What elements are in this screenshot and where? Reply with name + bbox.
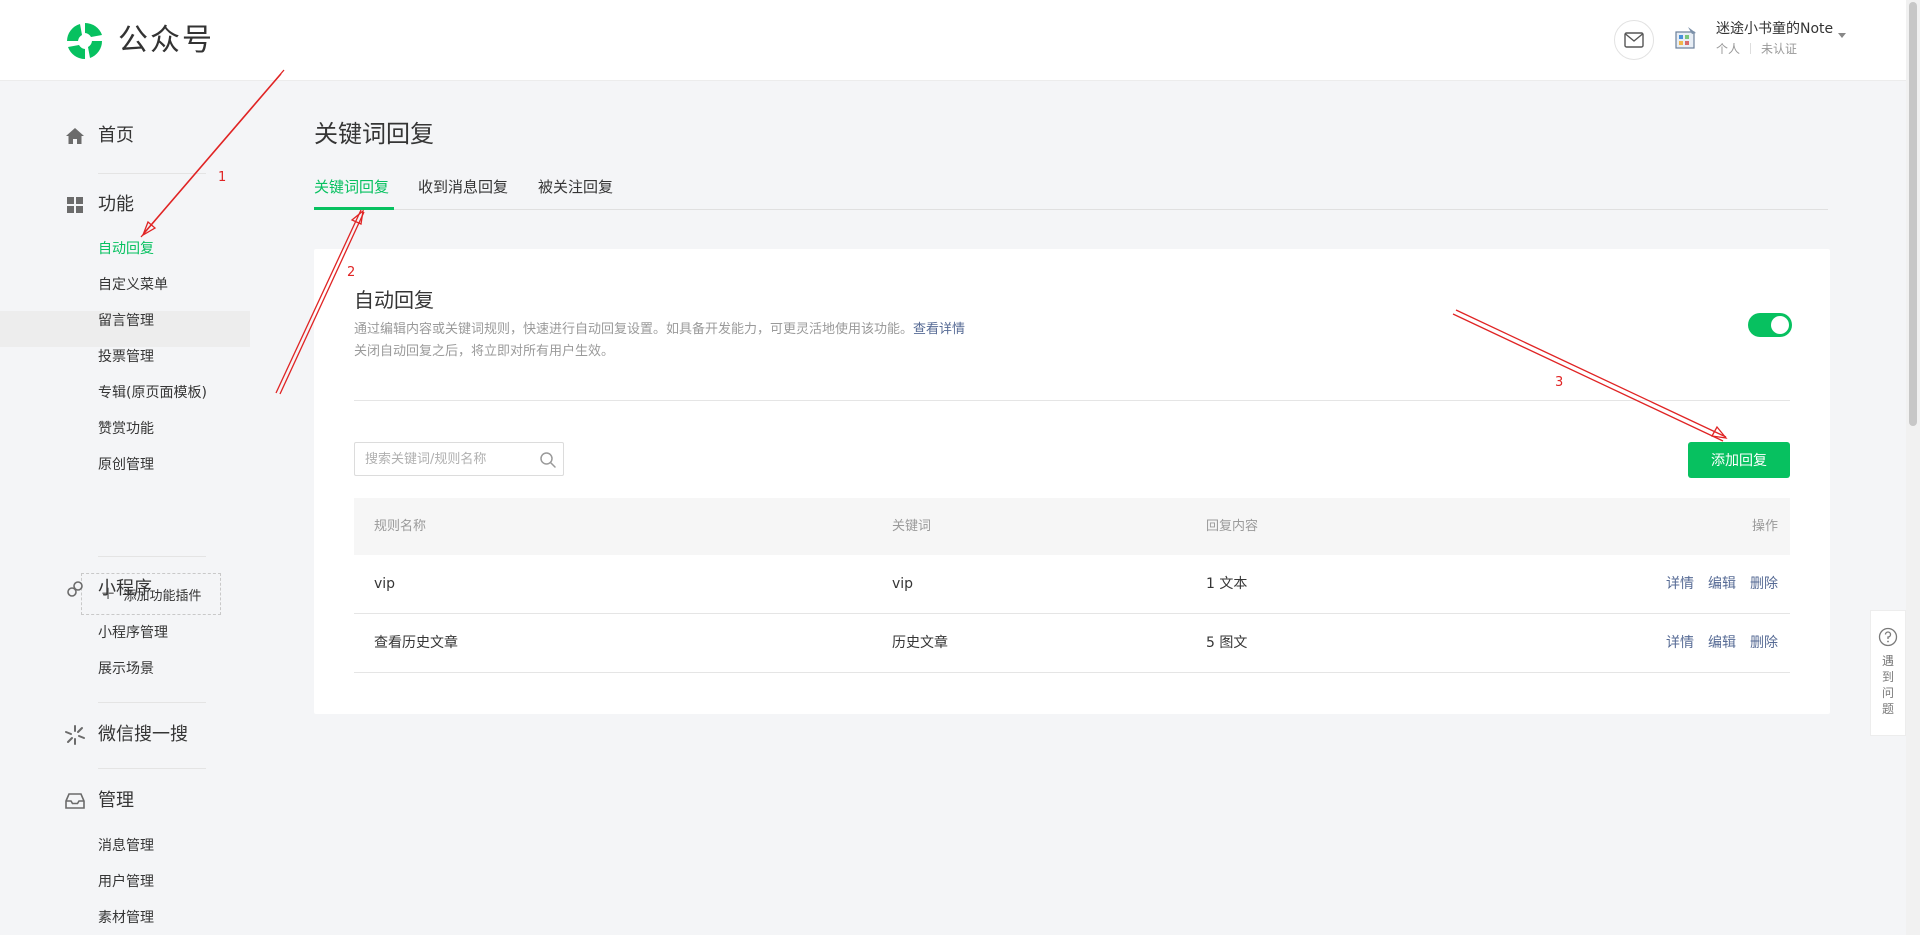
add-reply-button[interactable]: 添加回复	[1688, 442, 1790, 478]
card-divider	[354, 400, 1790, 401]
top-bar: 公众号 迷途小书童的Note 个人 未认证	[0, 0, 1906, 81]
tab-message-reply[interactable]: 收到消息回复	[418, 175, 508, 199]
sidebar-group-label: 微信搜一搜	[98, 724, 188, 745]
delete-link[interactable]: 删除	[1750, 576, 1778, 592]
sidebar-item-miniprogram-manage[interactable]: 小程序管理	[98, 623, 168, 643]
column-header-rule-name: 规则名称	[374, 519, 427, 534]
tab-keyword-reply[interactable]: 关键词回复	[314, 175, 389, 199]
table-row: 查看历史文章 历史文章 5 图文 详情 编辑 删除	[354, 614, 1790, 673]
card-title: 自动回复	[354, 288, 434, 312]
toggle-knob	[1771, 316, 1789, 334]
actions-cell: 详情 编辑 删除	[1652, 614, 1778, 672]
actions-cell: 详情 编辑 删除	[1652, 555, 1778, 613]
sidebar-group-label: 功能	[98, 194, 134, 215]
content-cell: 1 文本	[1206, 576, 1248, 592]
detail-link[interactable]: 详情	[1666, 576, 1694, 592]
sidebar-group-label: 小程序	[98, 578, 152, 599]
help-widget[interactable]: 遇到问题	[1870, 610, 1906, 736]
auto-reply-card: 自动回复 通过编辑内容或关键词规则，快速进行自动回复设置。如具备开发能力，可更灵…	[314, 249, 1830, 714]
card-note: 关闭自动回复之后，将立即对所有用户生效。	[354, 344, 615, 359]
user-name[interactable]: 迷途小书童的Note	[1716, 19, 1833, 39]
column-header-content: 回复内容	[1206, 519, 1259, 534]
account-type: 个人	[1716, 42, 1741, 56]
sidebar-group-miniprogram[interactable]: 小程序	[64, 577, 152, 601]
question-icon	[1878, 627, 1898, 647]
annotation-number: 2	[347, 265, 356, 280]
sidebar-item-original[interactable]: 原创管理	[98, 455, 154, 475]
sidebar-item-auto-reply[interactable]: 自动回复	[98, 239, 154, 259]
avatar[interactable]	[1672, 24, 1700, 52]
tab-follow-reply[interactable]: 被关注回复	[538, 175, 613, 199]
account-meta: 个人 未认证	[1716, 41, 1797, 57]
edit-link[interactable]: 编辑	[1708, 576, 1736, 592]
keyword-cell: vip	[892, 576, 914, 592]
column-header-actions: 操作	[1751, 519, 1778, 534]
link-icon	[64, 578, 86, 600]
rules-table: 规则名称 关键词 回复内容 操作 vip vip 1 文本 详情 编辑 删除 查看历…	[354, 498, 1790, 673]
page-title: 关键词回复	[314, 120, 434, 148]
table-row: vip vip 1 文本 详情 编辑 删除	[354, 555, 1790, 614]
content-cell: 5 图文	[1206, 635, 1248, 651]
sidebar-item-rewards[interactable]: 赞赏功能	[98, 419, 154, 439]
sidebar-item-votes[interactable]: 投票管理	[98, 347, 154, 367]
card-description-text: 通过编辑内容或关键词规则，快速进行自动回复设置。如具备开发能力，可更灵活地使用该…	[354, 322, 914, 337]
table-header: 规则名称 关键词 回复内容 操作	[354, 498, 1790, 555]
keyword-cell: 历史文章	[892, 635, 948, 651]
annotation-number: 3	[1555, 375, 1564, 390]
delete-link[interactable]: 删除	[1750, 635, 1778, 651]
sidebar-group-search[interactable]: 微信搜一搜	[64, 723, 188, 747]
view-details-link[interactable]: 查看详情	[913, 322, 965, 337]
sidebar-item-materials[interactable]: 素材管理	[98, 908, 154, 928]
auto-reply-toggle[interactable]	[1748, 313, 1792, 337]
card-description: 通过编辑内容或关键词规则，快速进行自动回复设置。如具备开发能力，可更灵活地使用该…	[354, 321, 965, 339]
search-input[interactable]	[365, 443, 525, 475]
rule-name-cell: 查看历史文章	[374, 635, 458, 651]
sparkle-icon	[64, 724, 86, 746]
rule-name-cell: vip	[374, 576, 396, 592]
mail-button[interactable]	[1614, 20, 1654, 60]
scrollbar-thumb[interactable]	[1909, 2, 1917, 426]
sidebar-divider	[98, 702, 206, 703]
mail-icon	[1624, 32, 1644, 48]
brand-title[interactable]: 公众号	[118, 20, 214, 62]
column-header-keyword: 关键词	[892, 519, 932, 534]
sidebar-item-custom-menu[interactable]: 自定义菜单	[98, 275, 168, 295]
verify-status: 未认证	[1761, 42, 1798, 56]
account-dropdown-caret-icon[interactable]	[1838, 33, 1846, 38]
sidebar: 首页 功能 自动回复 自定义菜单 留言管理 投票管理 专辑(原页面模板) 赞赏功…	[0, 81, 250, 935]
inbox-icon	[64, 790, 86, 812]
edit-link[interactable]: 编辑	[1708, 635, 1736, 651]
sidebar-item-display-scenes[interactable]: 展示场景	[98, 659, 154, 679]
sidebar-divider	[98, 556, 206, 557]
home-icon	[64, 125, 86, 147]
tab-active-underline	[314, 207, 394, 210]
sidebar-group-label: 管理	[98, 790, 134, 811]
sidebar-divider	[98, 173, 206, 174]
annotation-number: 1	[218, 170, 227, 185]
wechat-official-logo-icon[interactable]	[64, 20, 106, 62]
sidebar-group-label: 首页	[98, 125, 134, 146]
grid-icon	[64, 194, 86, 216]
search-box	[354, 442, 564, 476]
sidebar-group-manage[interactable]: 管理	[64, 789, 134, 813]
sidebar-item-users[interactable]: 用户管理	[98, 872, 154, 892]
search-icon[interactable]	[539, 451, 557, 469]
detail-link[interactable]: 详情	[1666, 635, 1694, 651]
sidebar-item-comments[interactable]: 留言管理	[98, 311, 154, 331]
help-label: 遇到问题	[1882, 654, 1895, 716]
sidebar-item-messages[interactable]: 消息管理	[98, 836, 154, 856]
tab-bar: 关键词回复 收到消息回复 被关注回复	[314, 175, 1828, 210]
sidebar-divider	[98, 768, 206, 769]
sidebar-group-home[interactable]: 首页	[64, 124, 134, 148]
sidebar-group-features[interactable]: 功能	[64, 193, 134, 217]
sidebar-item-albums[interactable]: 专辑(原页面模板)	[98, 383, 207, 403]
